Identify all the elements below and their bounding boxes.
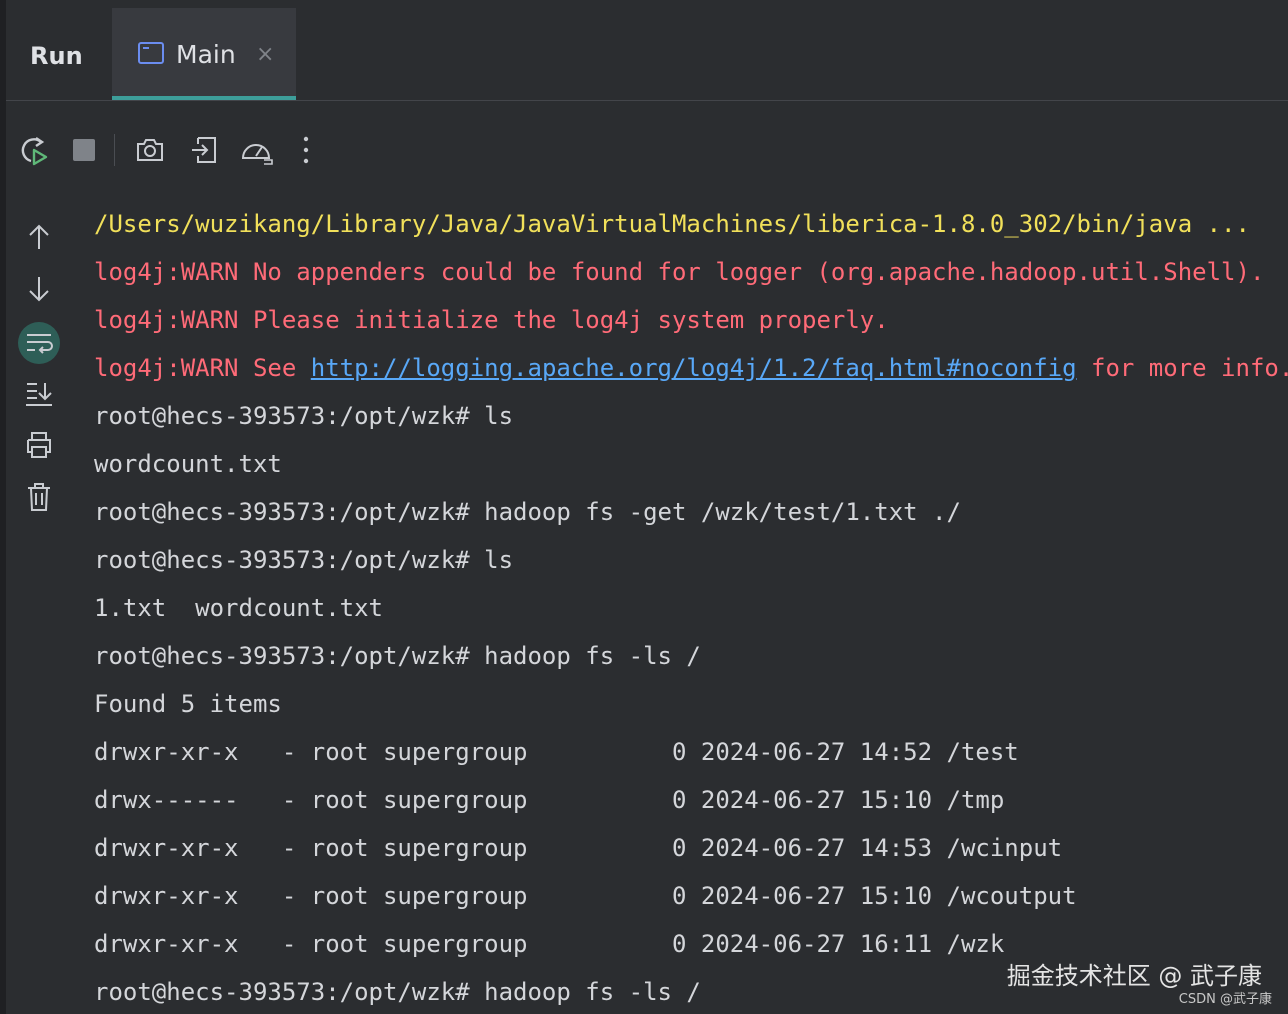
arrow-up-icon[interactable] — [14, 214, 64, 260]
arrow-down-icon[interactable] — [14, 266, 64, 312]
console-line: drwxr-xr-x - root supergroup 0 2024-06-2… — [94, 882, 1077, 910]
console-line: drwxr-xr-x - root supergroup 0 2024-06-2… — [94, 738, 1019, 766]
toolbar-separator — [114, 134, 115, 166]
run-tool-window-header: Run Main × — [6, 8, 1288, 101]
console-tab-icon — [138, 42, 164, 64]
close-icon[interactable]: × — [256, 42, 274, 67]
console-line: /Users/wuzikang/Library/Java/JavaVirtual… — [94, 210, 1250, 238]
exit-icon[interactable] — [184, 128, 224, 172]
console-output[interactable]: /Users/wuzikang/Library/Java/JavaVirtual… — [94, 200, 1288, 1014]
console-line: log4j:WARN No appenders could be found f… — [94, 258, 1265, 286]
juejin-watermark: 掘金技术社区 @ 武子康 — [1006, 962, 1262, 990]
profiler-icon[interactable] — [236, 128, 276, 172]
console-line: 1.txt wordcount.txt — [94, 594, 383, 622]
rerun-icon[interactable] — [14, 128, 54, 172]
console-line-prefix: log4j:WARN See — [94, 354, 311, 382]
run-toolbar — [14, 128, 334, 172]
run-title: Run — [30, 42, 83, 70]
trash-icon[interactable] — [14, 474, 64, 520]
console-line: log4j:WARN See http://logging.apache.org… — [94, 344, 1288, 392]
tab-main-label: Main — [176, 40, 236, 69]
console-line: drwx------ - root supergroup 0 2024-06-2… — [94, 786, 1005, 814]
log4j-faq-link[interactable]: http://logging.apache.org/log4j/1.2/faq.… — [311, 354, 1077, 382]
console-line: root@hecs-393573:/opt/wzk# hadoop fs -ls… — [94, 978, 701, 1006]
csdn-watermark: CSDN @武子康 — [1178, 992, 1272, 1007]
console-line: root@hecs-393573:/opt/wzk# hadoop fs -ls… — [94, 642, 701, 670]
console-line: Found 5 items — [94, 690, 282, 718]
screenshot-icon[interactable] — [130, 128, 170, 172]
console-line: drwxr-xr-x - root supergroup 0 2024-06-2… — [94, 930, 1005, 958]
console-line: root@hecs-393573:/opt/wzk# ls — [94, 402, 514, 430]
console-line: root@hecs-393573:/opt/wzk# ls — [94, 546, 514, 574]
window-left-edge — [0, 0, 6, 1014]
scroll-to-end-icon[interactable] — [14, 370, 64, 416]
stop-icon[interactable] — [64, 128, 104, 172]
console-line: root@hecs-393573:/opt/wzk# hadoop fs -ge… — [94, 498, 961, 526]
console-line: wordcount.txt — [94, 450, 282, 478]
tab-main[interactable]: Main × — [112, 8, 296, 100]
console-line-suffix: for more info. — [1076, 354, 1288, 382]
console-line: log4j:WARN Please initialize the log4j s… — [94, 306, 889, 334]
print-icon[interactable] — [14, 422, 64, 468]
soft-wrap-icon[interactable] — [14, 320, 64, 366]
more-icon[interactable] — [286, 128, 326, 172]
console-line: drwxr-xr-x - root supergroup 0 2024-06-2… — [94, 834, 1063, 862]
